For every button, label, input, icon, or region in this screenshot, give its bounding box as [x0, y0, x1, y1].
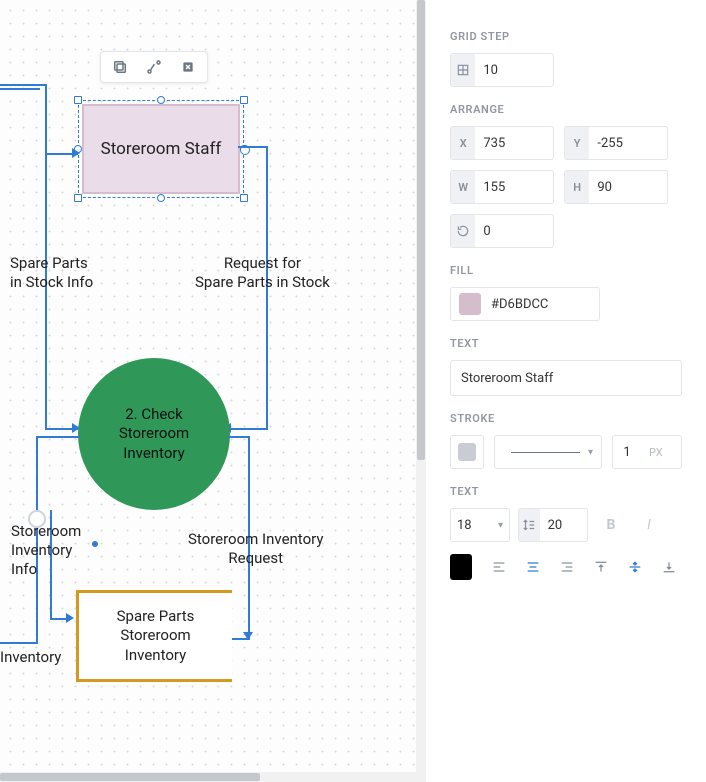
section-header-text: TEXT [450, 337, 682, 350]
selection-outline [78, 100, 244, 198]
horizontal-scrollbar[interactable] [0, 772, 416, 782]
vertical-scrollbar[interactable] [416, 0, 426, 782]
grid-step-input[interactable] [475, 63, 553, 78]
edge-segment [36, 436, 80, 438]
edge-label[interactable]: Spare Partsin Stock Info [10, 254, 93, 292]
arrange-w-input[interactable] [475, 180, 553, 195]
shape-check-inventory[interactable]: 2. Check Storeroom Inventory [78, 358, 230, 510]
fill-hex: #D6BDCC [491, 297, 548, 312]
waypoint-dot[interactable] [92, 541, 98, 547]
section-header-arrange: ARRANGE [450, 103, 682, 116]
chevron-down-icon: ▾ [498, 520, 503, 531]
w-label: W [451, 171, 475, 203]
arrowhead-icon [66, 613, 74, 623]
align-center-button[interactable] [520, 552, 546, 582]
bold-button[interactable]: B [596, 510, 626, 540]
edge-label[interactable]: Storeroom InventoryRequest [188, 530, 323, 568]
arrange-angle-input[interactable] [475, 224, 553, 239]
grid-icon [451, 54, 475, 86]
px-suffix: PX [641, 446, 671, 459]
shape-label: 2. Check Storeroom Inventory [119, 405, 189, 464]
valign-middle-button[interactable] [622, 552, 648, 582]
section-header-fill: FILL [450, 264, 682, 277]
resize-handle-s[interactable] [157, 194, 165, 202]
resize-handle-sw[interactable] [74, 194, 82, 202]
edge-segment [228, 436, 250, 438]
line-height-input[interactable] [540, 518, 587, 533]
line-height-field[interactable] [518, 508, 588, 542]
align-left-button[interactable] [486, 552, 512, 582]
resize-handle-ne[interactable] [240, 96, 248, 104]
edge-segment [230, 428, 268, 430]
section-header-text-style: TEXT [450, 485, 682, 498]
properties-panel: GRID STEP ARRANGE X Y W H [426, 0, 706, 782]
stroke-preview-line [511, 452, 580, 453]
arrange-angle-field[interactable] [450, 214, 554, 248]
arrange-x-field[interactable]: X [450, 126, 554, 160]
x-label: X [451, 127, 475, 159]
edge-label[interactable]: StoreroomInventoryInfo [11, 522, 81, 578]
edge-label[interactable]: Request forSpare Parts in Stock [195, 254, 330, 292]
stroke-color-button[interactable] [450, 435, 484, 469]
h-label: H [565, 171, 589, 203]
fill-color-field[interactable]: #D6BDCC [450, 287, 600, 321]
line-height-icon [519, 509, 540, 541]
edge-segment [0, 84, 45, 86]
valign-top-button[interactable] [588, 552, 614, 582]
chevron-down-icon: ▾ [588, 447, 593, 458]
shape-spare-parts-store[interactable]: Spare Parts Storeroom Inventory [76, 590, 232, 682]
clone-icon[interactable] [109, 56, 131, 78]
arrange-h-field[interactable]: H [564, 170, 668, 204]
arrange-w-field[interactable]: W [450, 170, 554, 204]
resize-handle-nw[interactable] [74, 96, 82, 104]
stroke-style-select[interactable]: ▾ [494, 435, 602, 469]
arrange-h-input[interactable] [589, 180, 667, 195]
resize-handle-se[interactable] [240, 194, 248, 202]
scrollbar-thumb[interactable] [417, 0, 425, 460]
arrowhead-icon [243, 632, 253, 640]
rotate-icon [451, 215, 475, 247]
edge-segment [0, 88, 40, 90]
italic-button[interactable]: I [634, 510, 664, 540]
diagram-canvas[interactable]: Storeroom Staff 2. Check Storeroom Inven… [0, 0, 416, 782]
arrange-y-field[interactable]: Y [564, 126, 668, 160]
arrange-x-input[interactable] [475, 136, 553, 151]
scrollbar-thumb[interactable] [0, 773, 260, 781]
stroke-swatch [458, 443, 476, 461]
text-color-button[interactable] [450, 554, 472, 580]
edge-segment [238, 146, 268, 148]
edge-segment [0, 642, 36, 644]
align-right-button[interactable] [554, 552, 580, 582]
edge-label[interactable]: Inventory [0, 648, 61, 667]
shape-text-input[interactable] [450, 360, 682, 396]
valign-bottom-button[interactable] [656, 552, 682, 582]
connect-icon[interactable] [143, 56, 165, 78]
section-header-grid-step: GRID STEP [450, 30, 682, 43]
delete-icon[interactable] [177, 56, 199, 78]
stroke-width-input[interactable] [613, 445, 641, 460]
shape-label: Spare Parts Storeroom Inventory [117, 607, 195, 666]
grid-step-field[interactable] [450, 53, 554, 87]
font-size-value: 18 [457, 518, 472, 533]
arrowhead-icon [72, 148, 80, 158]
resize-handle-n[interactable] [157, 96, 165, 104]
selection-toolbar [100, 51, 208, 83]
font-size-select[interactable]: 18 ▾ [450, 508, 510, 542]
stroke-width-field[interactable]: PX [612, 435, 682, 469]
fill-swatch[interactable] [459, 293, 481, 315]
section-header-stroke: STROKE [450, 412, 682, 425]
y-label: Y [565, 127, 589, 159]
arrange-y-input[interactable] [589, 136, 667, 151]
